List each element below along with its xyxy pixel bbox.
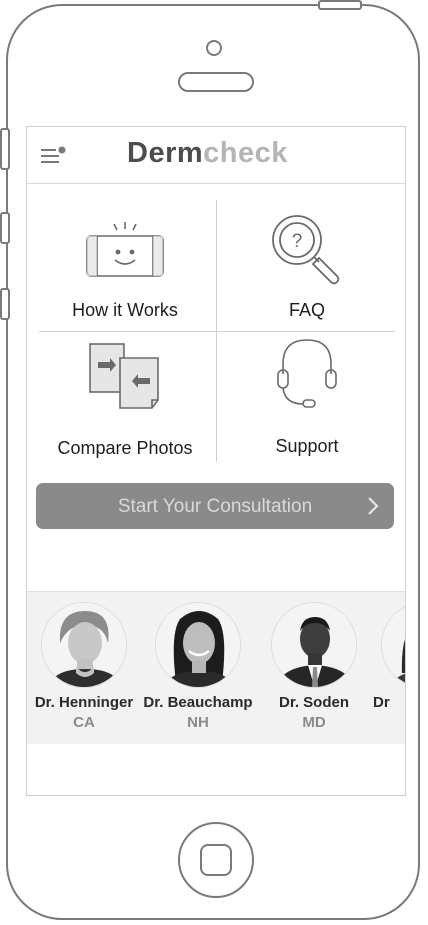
doctor-avatar [271,602,357,688]
doctor-card[interactable]: Dr. Henninger CA [27,602,149,742]
menu-button[interactable] [41,145,67,167]
tile-how-it-works[interactable]: How it Works [35,190,215,330]
doctor-name: Dr. Beauchamp [143,694,253,711]
earpiece-speaker [178,72,254,92]
doctor-name: Dr. Soden [278,694,349,711]
doctor-card[interactable]: Dr [365,602,405,742]
doctor-name: Dr. Henninger [34,694,134,711]
logo-text-check: check [203,137,288,169]
app-header: Dermcheck [27,127,405,184]
tile-label: How it Works [72,300,178,320]
doctor-state: NH [187,714,209,731]
tile-faq[interactable]: ? FAQ [217,190,397,330]
home-button-square-icon [200,844,232,876]
tile-label: FAQ [288,300,325,320]
app-screen: Dermcheck How it Works ? FAQ Compare Pho… [26,126,406,796]
hamburger-menu-icon [41,146,66,163]
doctor-card[interactable]: Dr. Beauchamp NH [139,602,263,742]
headset-icon [277,339,337,408]
tile-label: Compare Photos [57,438,193,458]
front-camera [206,40,222,56]
volume-up-button [0,212,10,244]
silent-switch [0,128,10,170]
tile-support[interactable]: Support [217,332,397,472]
chevron-right-icon [368,497,379,515]
doctor-card[interactable]: Dr. Soden MD [255,602,379,742]
start-consultation-button[interactable]: Start Your Consultation [36,483,394,529]
tile-label: Support [275,436,339,456]
tile-compare-photos[interactable]: Compare Photos [35,332,215,472]
doctor-name: Dr [373,694,390,711]
doctor-avatar [155,602,241,688]
phone-smile-icon [86,222,164,277]
logo-text-derm: Derm [127,137,204,169]
magnifier-question-icon: ? [272,215,340,285]
compare-photos-icon [89,343,159,409]
svg-text:?: ? [292,231,303,252]
power-button [318,0,362,10]
doctor-state: MD [302,714,326,731]
start-consultation-label: Start Your Consultation [117,496,313,517]
doctor-carousel[interactable]: Dr. Henninger CA Dr. Beauchamp NH Dr. So… [27,591,405,744]
doctor-avatar [381,602,405,688]
dermcheck-logo: Dermcheck [127,137,288,170]
volume-down-button [0,288,10,320]
doctor-avatar [41,602,127,688]
doctor-state: CA [73,714,95,731]
feature-grid: How it Works ? FAQ Compare Photos Suppor… [27,184,405,478]
